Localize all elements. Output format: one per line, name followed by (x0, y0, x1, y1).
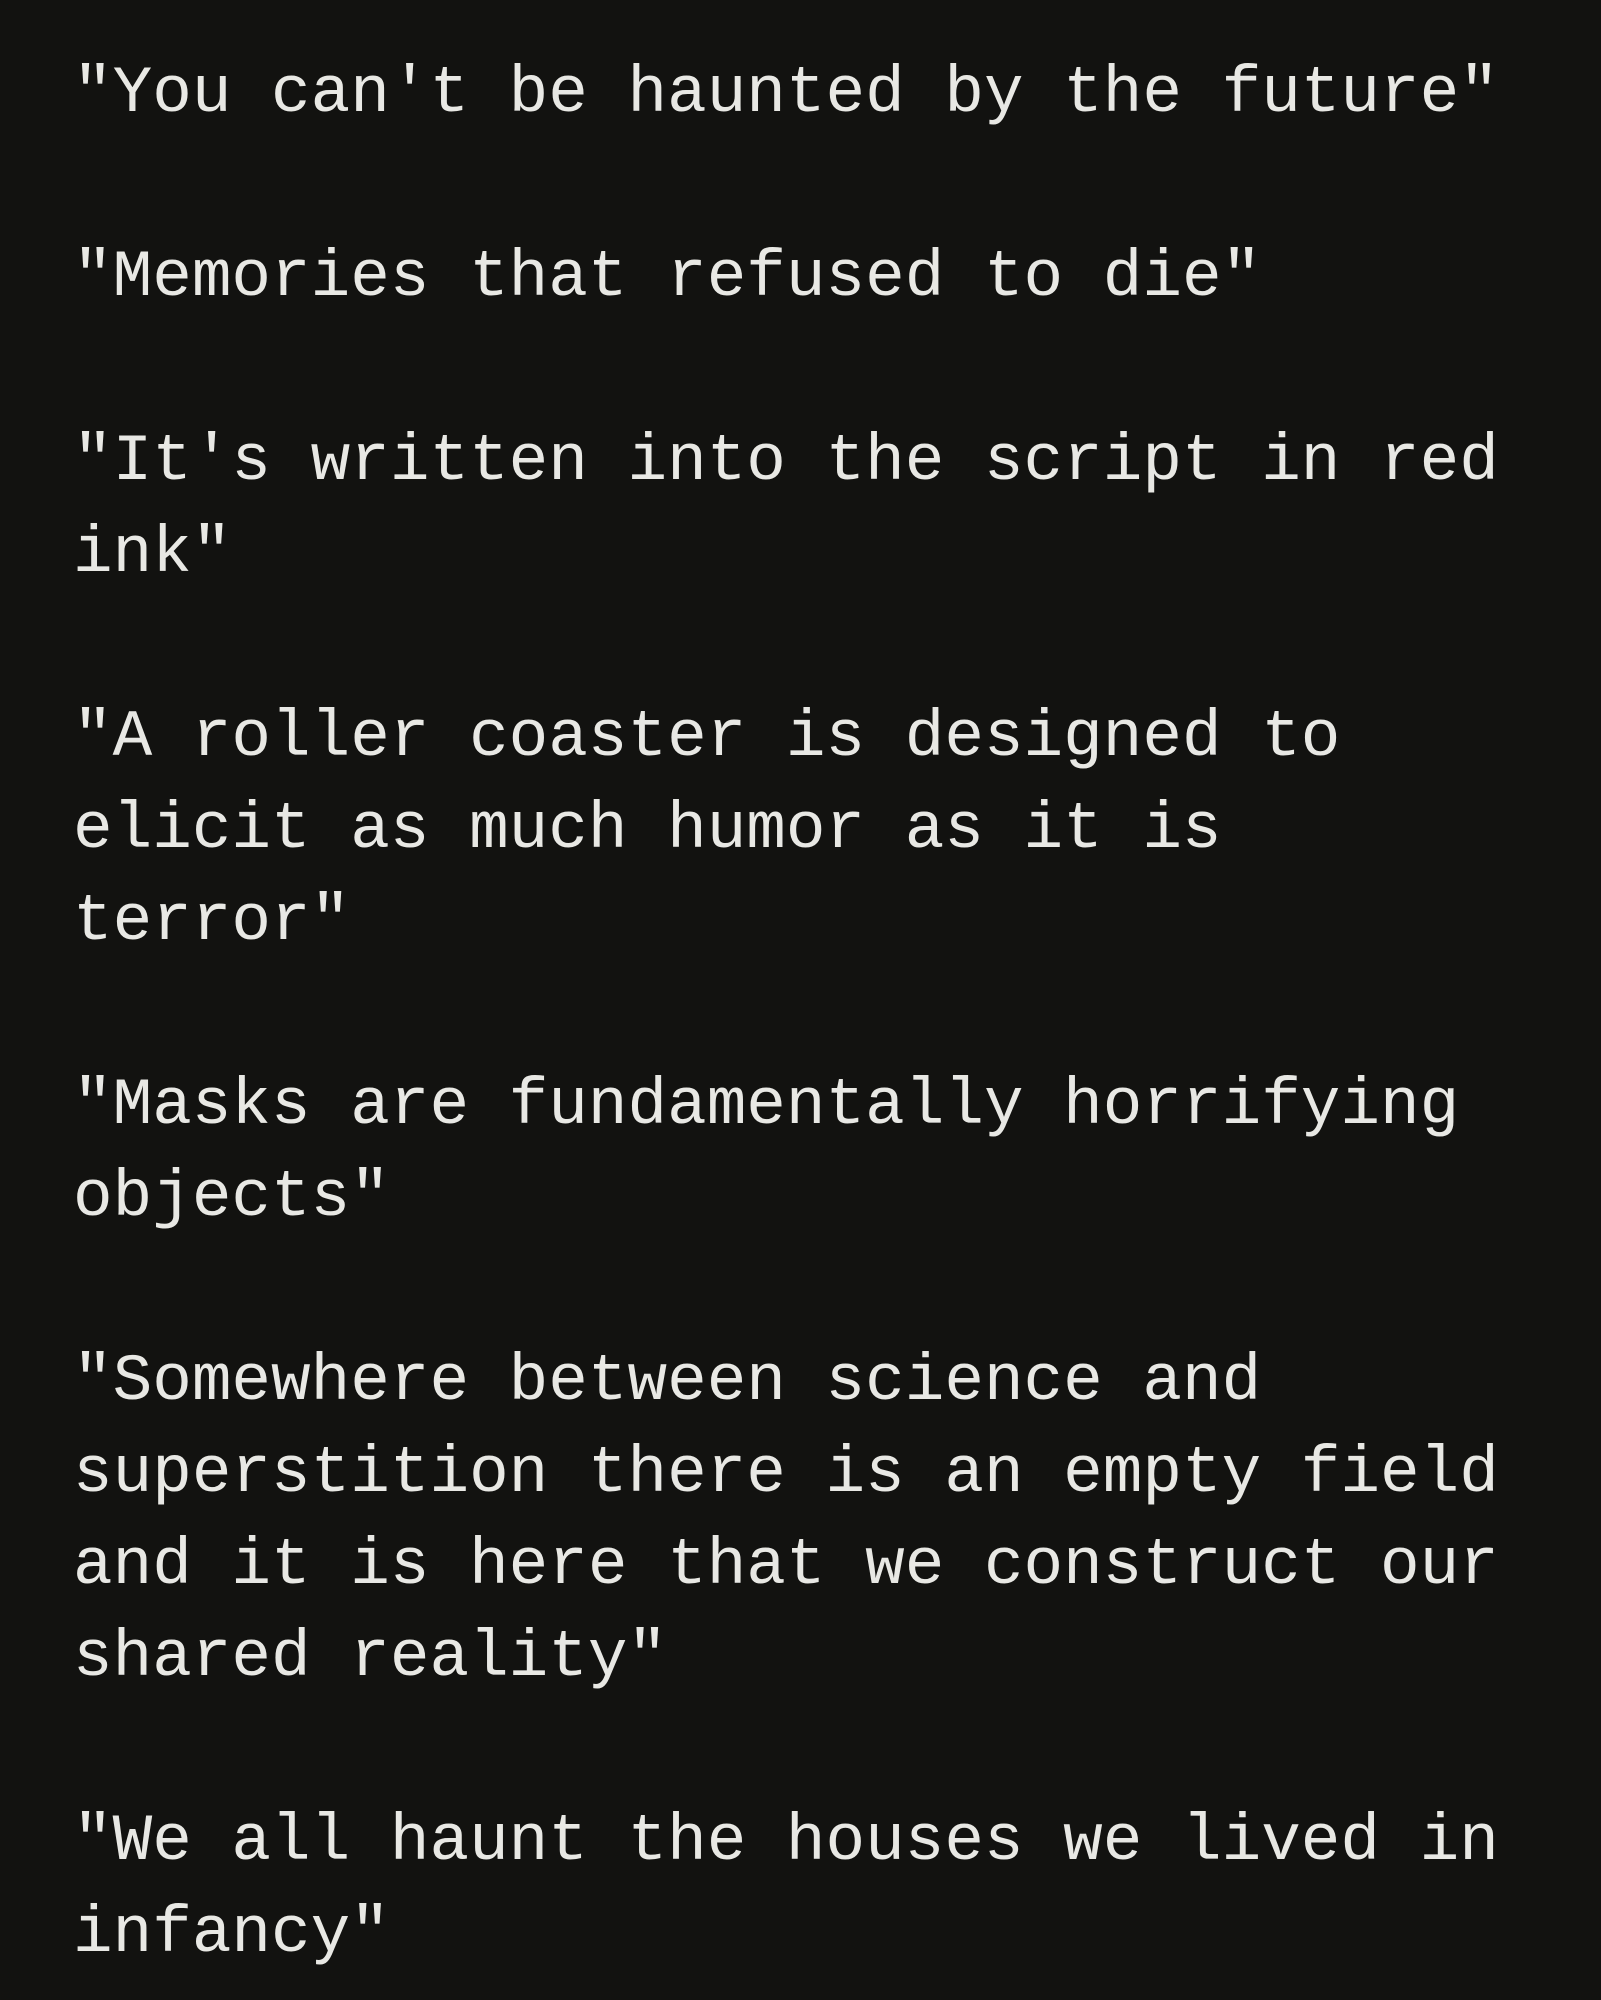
quote: "You can't be haunted by the future" (73, 56, 1499, 131)
quote: "Masks are fundamentally horrifying obje… (73, 1068, 1460, 1235)
quote: "Somewhere between science and superstit… (73, 1344, 1499, 1695)
quote-list: "You can't be haunted by the future" "Me… (0, 0, 1523, 1980)
quote: "A roller coaster is designed to elicit … (73, 700, 1341, 959)
quote: "We all haunt the houses we lived in inf… (73, 1804, 1499, 1971)
quote: "It's written into the script in red ink… (73, 424, 1499, 591)
quote: "Memories that refused to die" (73, 240, 1262, 315)
